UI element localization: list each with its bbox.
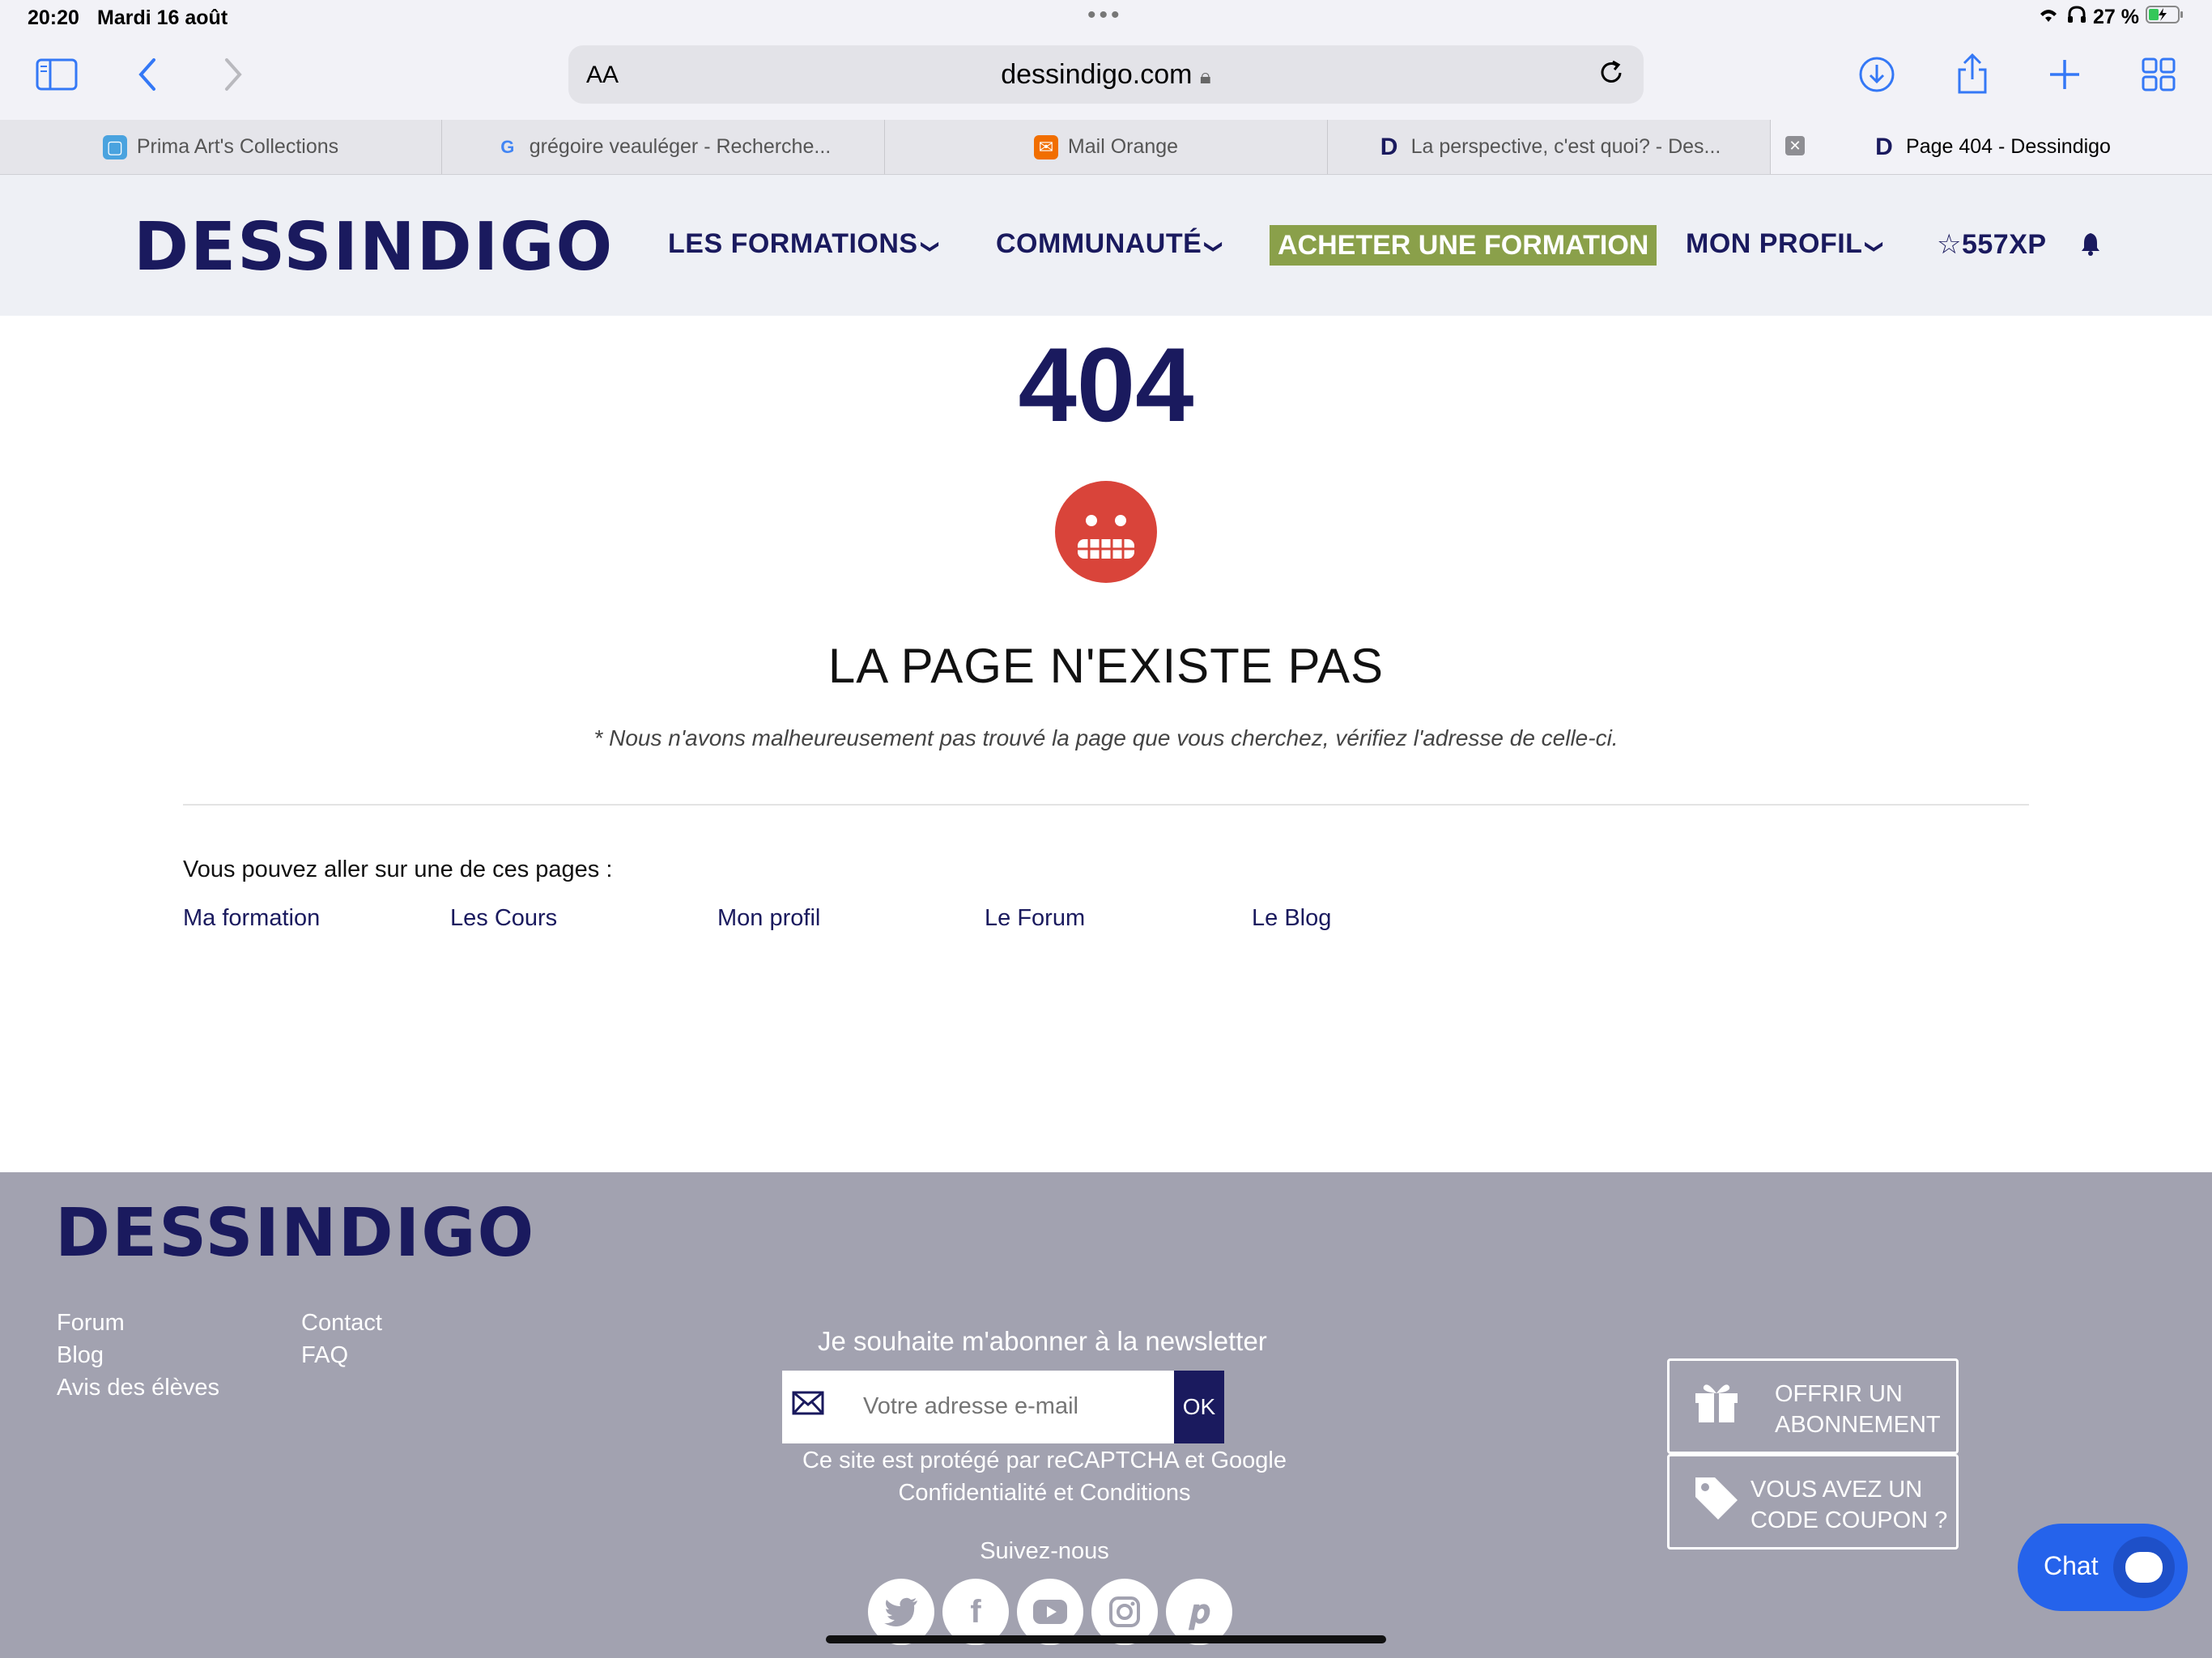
error-subtitle: * Nous n'avons malheureusement pas trouv… bbox=[593, 725, 1619, 750]
link-mon-profil[interactable]: Mon profil bbox=[717, 905, 820, 932]
offer-line: ABONNEMENT bbox=[1775, 1412, 1941, 1438]
recaptcha-terms-link[interactable]: Confidentialité et Conditions bbox=[769, 1477, 1320, 1509]
download-icon[interactable] bbox=[1857, 55, 1896, 98]
url-domain: dessindigo.com bbox=[1001, 59, 1193, 90]
coupon-code-button[interactable]: VOUS AVEZ UN CODE COUPON ? bbox=[1667, 1454, 1959, 1550]
new-tab-icon[interactable] bbox=[2047, 57, 2082, 96]
tab-label: Prima Art's Collections bbox=[136, 135, 339, 158]
tab-label: La perspective, c'est quoi? - Des... bbox=[1410, 135, 1721, 158]
footer-link-blog[interactable]: Blog bbox=[57, 1342, 104, 1369]
xp-value: 557XP bbox=[1961, 229, 2047, 260]
coupon-line: VOUS AVEZ UN bbox=[1750, 1477, 1923, 1503]
tab-label: grégoire veauléger - Recherche... bbox=[529, 135, 832, 158]
face-eye bbox=[1086, 515, 1097, 526]
buy-formation-button[interactable]: ACHETER UNE FORMATION bbox=[1270, 225, 1657, 266]
battery-charging-icon bbox=[2146, 5, 2184, 30]
nav-communaute[interactable]: COMMUNAUTÉ ❯ bbox=[996, 228, 1225, 260]
error-title: LA PAGE N'EXISTE PAS bbox=[827, 639, 1385, 693]
recaptcha-line: Ce site est protégé par reCAPTCHA et Goo… bbox=[802, 1448, 1287, 1473]
recaptcha-notice: Ce site est protégé par reCAPTCHA et Goo… bbox=[769, 1444, 1320, 1509]
tag-icon bbox=[1692, 1474, 1741, 1533]
footer-logo[interactable]: DESSINDIGO bbox=[55, 1195, 535, 1272]
newsletter-form bbox=[782, 1371, 1174, 1443]
link-les-cours[interactable]: Les Cours bbox=[450, 905, 557, 932]
tab-google-search[interactable]: G grégoire veauléger - Recherche... bbox=[442, 120, 885, 174]
reload-icon[interactable] bbox=[1595, 57, 1627, 97]
chat-bubble-icon bbox=[2113, 1537, 2175, 1598]
status-time: 20:20 bbox=[28, 6, 79, 29]
status-bar: 20:20 Mardi 16 août ••• 27 % bbox=[0, 0, 2212, 40]
grimace-face-icon bbox=[1055, 481, 1157, 583]
envelope-icon bbox=[792, 1387, 824, 1423]
site-logo[interactable]: DESSINDIGO bbox=[134, 209, 614, 286]
tab-label: Mail Orange bbox=[1067, 135, 1179, 158]
close-tab-icon[interactable]: ✕ bbox=[1785, 136, 1805, 155]
offer-subscription-button[interactable]: OFFRIR UN ABONNEMENT bbox=[1667, 1358, 1959, 1454]
nav-profil-label: MON PROFIL bbox=[1686, 228, 1863, 259]
mail-favicon-icon: ✉ bbox=[1033, 134, 1058, 159]
star-icon: ☆ bbox=[1937, 229, 1962, 260]
xp-counter[interactable]: ☆557XP bbox=[1937, 228, 2047, 261]
wifi-icon bbox=[2036, 6, 2061, 29]
forward-icon[interactable] bbox=[222, 57, 245, 98]
nav-communaute-label: COMMUNAUTÉ bbox=[996, 228, 1202, 259]
browser-toolbar: AA dessindigo.com 🔒︎ bbox=[0, 40, 2212, 120]
tab-label: Page 404 - Dessindigo bbox=[1906, 135, 2111, 158]
footer-link-contact[interactable]: Contact bbox=[301, 1310, 382, 1337]
dessindigo-favicon-icon: D bbox=[1380, 133, 1398, 160]
chevron-down-icon: ❯ bbox=[921, 239, 942, 255]
newsletter-email-input[interactable] bbox=[863, 1388, 1155, 1424]
back-icon[interactable] bbox=[136, 57, 159, 98]
address-bar[interactable]: AA dessindigo.com 🔒︎ bbox=[568, 45, 1644, 104]
newsletter-ok-button[interactable]: OK bbox=[1174, 1371, 1224, 1443]
home-indicator[interactable] bbox=[826, 1635, 1386, 1643]
chevron-down-icon: ❯ bbox=[1865, 239, 1886, 255]
newsletter-title: Je souhaite m'abonner à la newsletter bbox=[818, 1326, 1267, 1356]
coupon-label: VOUS AVEZ UN CODE COUPON ? bbox=[1750, 1474, 1947, 1536]
face-teeth bbox=[1078, 539, 1134, 559]
tab-perspective[interactable]: D La perspective, c'est quoi? - Des... bbox=[1328, 120, 1771, 174]
battery-percent: 27 % bbox=[2093, 6, 2139, 28]
footer-link-forum[interactable]: Forum bbox=[57, 1310, 125, 1337]
status-date: Mardi 16 août bbox=[97, 6, 228, 29]
suggested-pages-label: Vous pouvez aller sur une de ces pages : bbox=[183, 857, 613, 882]
follow-us-label: Suivez-nous bbox=[980, 1538, 1109, 1564]
nav-formations-label: LES FORMATIONS bbox=[668, 228, 918, 259]
offer-label: OFFRIR UN ABONNEMENT bbox=[1775, 1379, 1941, 1440]
tab-bar: ▢ Prima Art's Collections G grégoire vea… bbox=[0, 120, 2212, 175]
chat-label: Chat bbox=[2044, 1551, 2099, 1580]
lock-icon: 🔒︎ bbox=[1199, 64, 1211, 88]
chat-button[interactable]: Chat bbox=[2018, 1524, 2188, 1611]
nav-profil[interactable]: MON PROFIL ❯ bbox=[1686, 228, 1886, 260]
gift-icon bbox=[1692, 1379, 1741, 1435]
multitasking-dots-icon[interactable]: ••• bbox=[1087, 2, 1123, 29]
notification-bell-icon[interactable] bbox=[2081, 232, 2100, 260]
link-ma-formation[interactable]: Ma formation bbox=[183, 905, 320, 932]
nav-formations[interactable]: LES FORMATIONS ❯ bbox=[668, 228, 942, 260]
headphones-icon bbox=[2067, 6, 2087, 29]
sidebar-toggle-icon[interactable] bbox=[36, 58, 78, 96]
tab-overview-icon[interactable] bbox=[2141, 57, 2176, 96]
tab-page-404[interactable]: ✕ D Page 404 - Dessindigo bbox=[1771, 120, 2212, 174]
offer-line: OFFRIR UN bbox=[1775, 1381, 1903, 1407]
url-text: dessindigo.com 🔒︎ bbox=[568, 59, 1644, 91]
face-eye bbox=[1115, 515, 1126, 526]
link-le-blog[interactable]: Le Blog bbox=[1252, 905, 1331, 932]
tab-prima-arts[interactable]: ▢ Prima Art's Collections bbox=[0, 120, 442, 174]
google-favicon-icon: G bbox=[500, 136, 515, 157]
site-footer: DESSINDIGO Forum Blog Avis des élèves Co… bbox=[0, 1172, 2212, 1658]
status-indicators: 27 % bbox=[2036, 5, 2184, 30]
footer-link-avis[interactable]: Avis des élèves bbox=[57, 1375, 219, 1401]
prima-favicon-icon: ▢ bbox=[102, 134, 127, 159]
error-code: 404 bbox=[1018, 325, 1194, 444]
dessindigo-favicon-icon: D bbox=[1875, 133, 1893, 160]
divider bbox=[183, 804, 2029, 806]
coupon-line: CODE COUPON ? bbox=[1750, 1507, 1948, 1533]
tab-mail-orange[interactable]: ✉ Mail Orange bbox=[885, 120, 1328, 174]
site-header: DESSINDIGO LES FORMATIONS ❯ COMMUNAUTÉ ❯ A… bbox=[0, 175, 2212, 316]
chevron-down-icon: ❯ bbox=[1204, 239, 1225, 255]
footer-link-faq[interactable]: FAQ bbox=[301, 1342, 348, 1369]
link-le-forum[interactable]: Le Forum bbox=[985, 905, 1085, 932]
share-icon[interactable] bbox=[1955, 52, 1990, 100]
